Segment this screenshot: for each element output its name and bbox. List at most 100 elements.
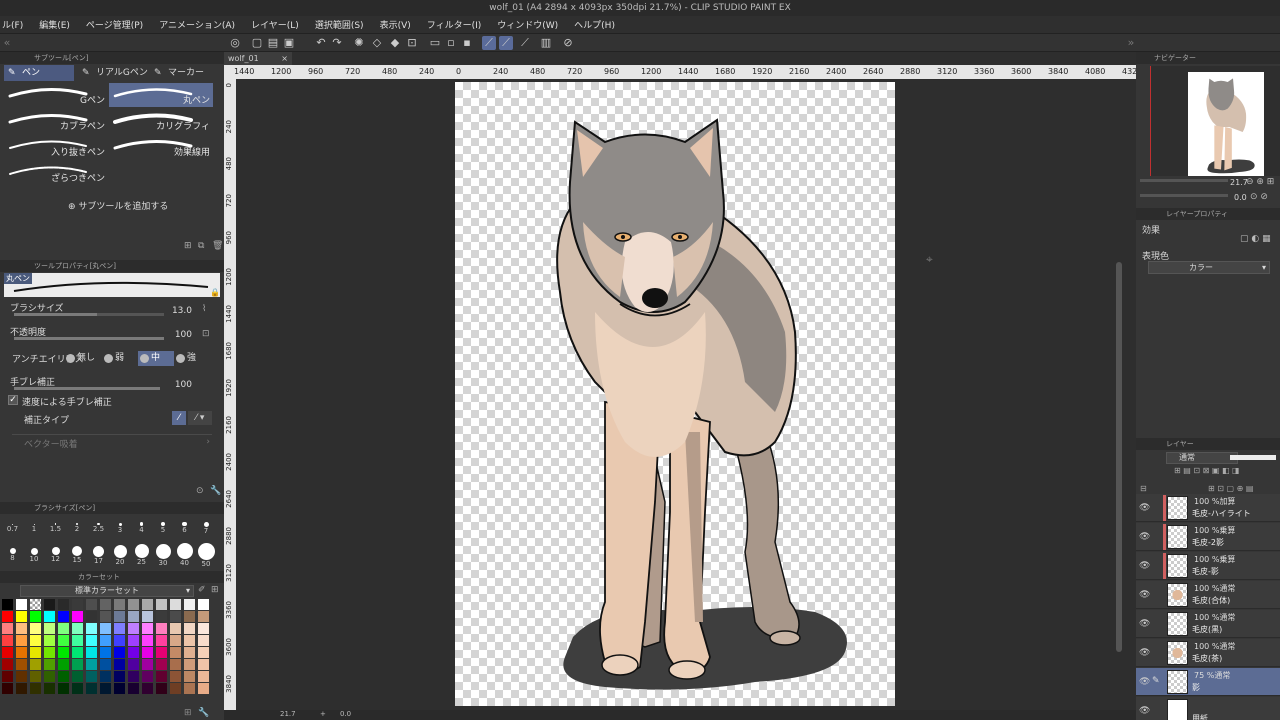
brush-size-preset[interactable]: 25 [131, 542, 152, 566]
document-tab[interactable]: wolf_01 × [224, 52, 292, 65]
zoom-in-icon[interactable]: + [320, 710, 326, 718]
visibility-eye-icon[interactable]: 👁 [1139, 648, 1150, 658]
color-swatch[interactable] [86, 611, 97, 622]
color-swatch[interactable] [2, 623, 13, 634]
invert-icon[interactable]: ▪ [460, 36, 474, 50]
chevron-right-icon[interactable]: › [206, 437, 210, 447]
loading-icon[interactable]: ✺ [352, 36, 366, 50]
color-swatch[interactable] [2, 635, 13, 646]
visibility-eye-icon[interactable]: 👁 [1139, 532, 1150, 542]
color-swatch[interactable] [30, 623, 41, 634]
snap-grid-icon[interactable]: ⟋ [518, 36, 532, 50]
brush-size-preset[interactable]: 5 [153, 516, 174, 534]
color-swatch[interactable] [86, 659, 97, 670]
menu-file[interactable]: ル(F) [0, 18, 31, 31]
color-swatch[interactable] [170, 623, 181, 634]
correction-type-dropdown[interactable]: ⁄ ▾ [188, 411, 212, 425]
color-swatch[interactable] [156, 683, 167, 694]
tool-settings-icon[interactable]: 🔧 [210, 486, 221, 496]
new-file-icon[interactable]: ▢ [250, 36, 264, 50]
color-swatch[interactable] [2, 659, 13, 670]
color-swatch[interactable] [2, 671, 13, 682]
color-swatch[interactable] [156, 647, 167, 658]
brush-size-preset[interactable]: 30 [153, 542, 174, 567]
color-swatch[interactable] [156, 671, 167, 682]
brush-size-preset[interactable]: 40 [174, 542, 195, 567]
color-swatch[interactable] [58, 635, 69, 646]
color-swatch[interactable] [16, 599, 27, 610]
color-swatch[interactable] [86, 599, 97, 610]
color-swatch[interactable] [30, 599, 41, 610]
color-swatch[interactable] [114, 671, 125, 682]
color-swatch[interactable] [16, 623, 27, 634]
color-swatch[interactable] [184, 599, 195, 610]
layer-panel-menu-icon[interactable]: ⊟ [1140, 484, 1147, 493]
visibility-eye-icon[interactable]: 👁 [1139, 619, 1150, 629]
color-swatch[interactable] [30, 671, 41, 682]
color-swatch[interactable] [198, 671, 209, 682]
brush-size-preset[interactable]: 6 [174, 516, 195, 534]
canvas-paper[interactable] [455, 82, 895, 706]
clear-icon[interactable]: ◇ [370, 36, 384, 50]
color-swatch[interactable] [142, 611, 153, 622]
canvas-zoom-value[interactable]: 21.7 [280, 710, 296, 718]
navigator-rotate-slider[interactable] [1140, 194, 1228, 197]
color-swatch[interactable] [114, 635, 125, 646]
color-swatch[interactable] [58, 647, 69, 658]
color-swatch[interactable] [2, 599, 13, 610]
visibility-eye-icon[interactable]: 👁 [1139, 590, 1150, 600]
brush-size-preset[interactable]: 10 [24, 542, 45, 563]
color-swatch[interactable] [58, 599, 69, 610]
reset-icon[interactable]: ⊙ [196, 486, 204, 496]
duplicate-subtool-icon[interactable]: ⧉ [198, 241, 204, 251]
color-swatch[interactable] [156, 635, 167, 646]
color-swatch[interactable] [184, 671, 195, 682]
palette-settings-icon[interactable]: 🔧 [198, 708, 209, 718]
undo-icon[interactable]: ↶ [314, 36, 328, 50]
color-swatch[interactable] [142, 671, 153, 682]
color-swatch[interactable] [100, 683, 111, 694]
color-swatch[interactable] [72, 599, 83, 610]
menu-filter[interactable]: フィルター(I) [419, 18, 490, 31]
color-swatch[interactable] [184, 647, 195, 658]
brush-size-preset[interactable]: 3 [110, 516, 131, 534]
color-swatch[interactable] [142, 599, 153, 610]
collapse-right-icon[interactable]: » [1124, 36, 1138, 50]
color-swatch[interactable] [170, 659, 181, 670]
visibility-eye-icon[interactable]: 👁 [1139, 706, 1150, 716]
brush-size-preset[interactable]: 2.5 [88, 516, 109, 533]
snap-special-icon[interactable]: ⟋ [499, 36, 513, 50]
stabilization-value[interactable]: 100 [160, 380, 192, 390]
menu-help[interactable]: ヘルプ(H) [566, 18, 623, 31]
color-swatch[interactable] [142, 683, 153, 694]
color-swatch[interactable] [198, 599, 209, 610]
deselect-icon[interactable]: ▫ [444, 36, 458, 50]
color-swatch[interactable] [86, 647, 97, 658]
color-swatch[interactable] [16, 671, 27, 682]
color-swatch[interactable] [44, 623, 55, 634]
collapse-left-icon[interactable]: « [0, 36, 14, 50]
color-swatch[interactable] [142, 635, 153, 646]
brush-size-value[interactable]: 13.0 [160, 306, 192, 316]
add-color-icon[interactable]: ⊞ [211, 585, 219, 595]
color-swatch[interactable] [72, 635, 83, 646]
opacity-settings-icon[interactable]: ⊡ [202, 329, 210, 339]
lock-icon[interactable]: 🔒 [210, 288, 220, 297]
brush-size-preset[interactable]: 4 [131, 516, 152, 534]
color-swatch[interactable] [72, 671, 83, 682]
color-swatch[interactable] [156, 659, 167, 670]
color-swatch[interactable] [16, 635, 27, 646]
color-swatch[interactable] [114, 683, 125, 694]
tab-marker[interactable]: ✎ マーカー [150, 65, 220, 81]
color-swatch[interactable] [184, 623, 195, 634]
brush-size-preset[interactable]: 50 [196, 542, 217, 568]
copy-subtool-icon[interactable]: ⊞ [184, 241, 192, 251]
color-swatch[interactable] [142, 647, 153, 658]
color-swatch[interactable] [58, 659, 69, 670]
color-swatch[interactable] [44, 683, 55, 694]
palette-add-icon[interactable]: ⊞ [184, 708, 192, 718]
crop-icon[interactable]: ▭ [428, 36, 442, 50]
color-swatch[interactable] [30, 647, 41, 658]
canvas-angle-value[interactable]: 0.0 [340, 710, 351, 718]
color-set-select[interactable]: 標準カラーセット ▾ [20, 585, 194, 597]
